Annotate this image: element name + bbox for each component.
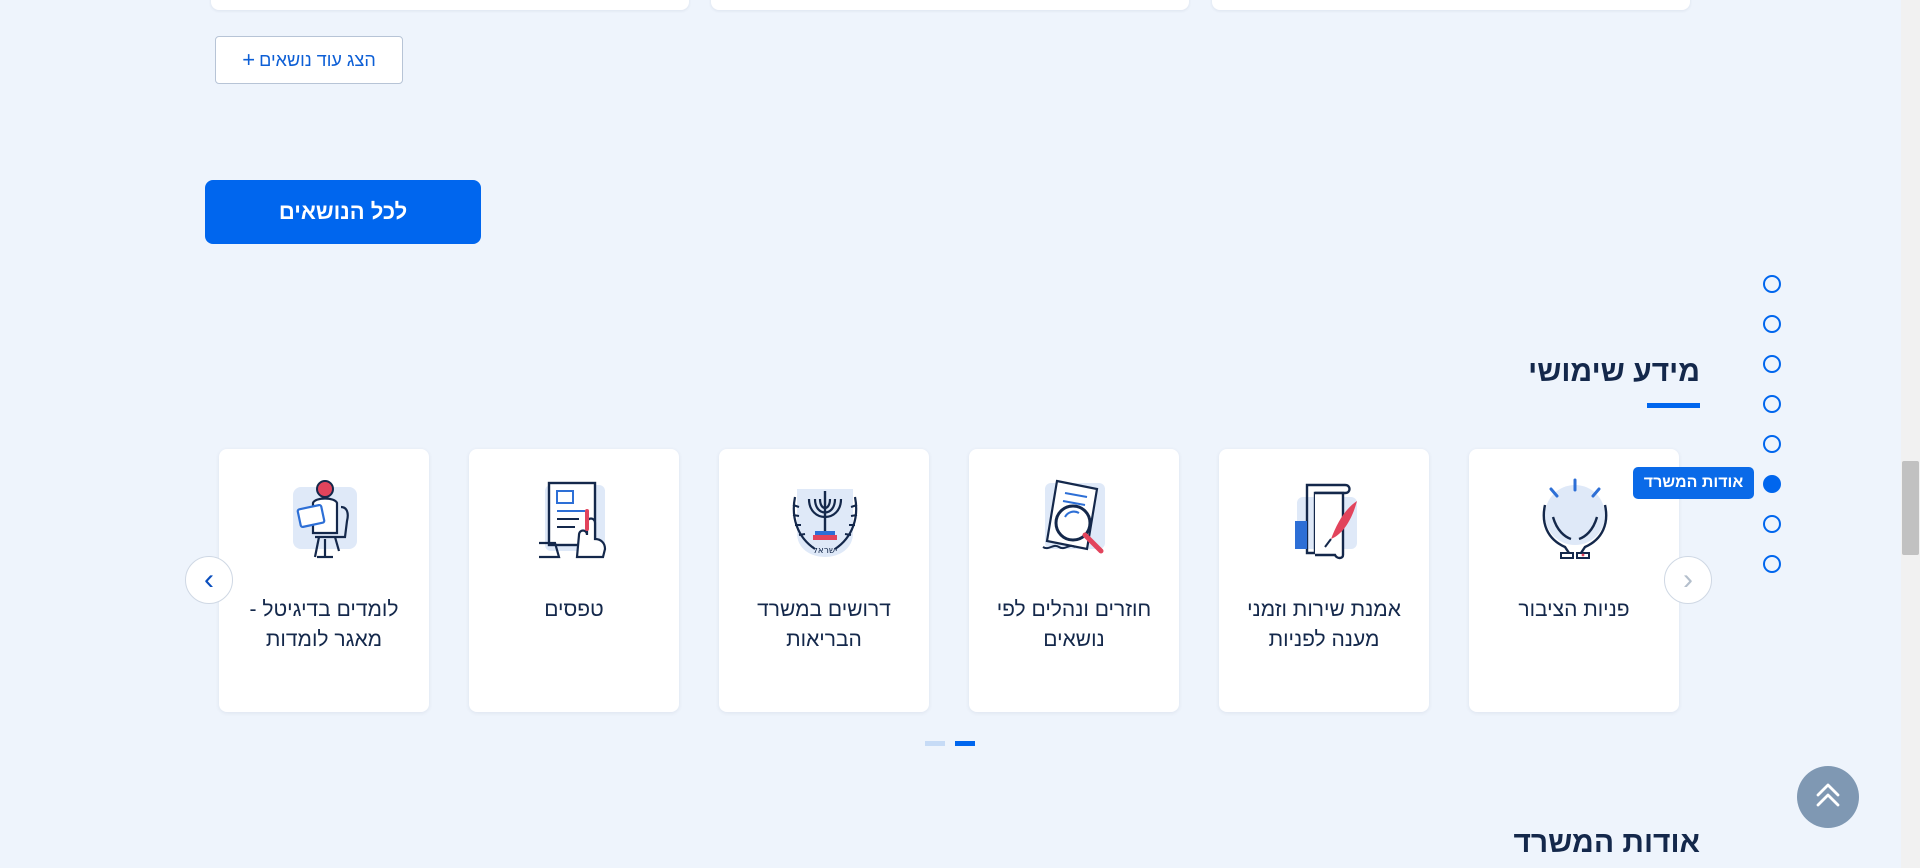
hands-icon [1535,477,1615,561]
side-nav-dot[interactable] [1763,435,1781,453]
card-label: חוזרים ונהלים לפי נושאים [996,598,1152,651]
card-forms[interactable]: טפסים [469,449,679,712]
person-tablet-icon [285,477,365,561]
side-nav-dot[interactable] [1763,355,1781,373]
card-label: פניות הציבור [1518,598,1630,621]
double-chevron-up-icon [1812,779,1844,816]
carousel-page-dot-1[interactable] [925,741,945,746]
show-more-topics-label: הצג עוד נושאים [259,49,376,70]
page: הצג עוד נושאים + לכל הנושאים מידע שימושי… [0,0,1920,868]
topic-card-partial[interactable] [211,0,689,10]
side-nav-tooltip: אודות המשרד [1633,467,1754,499]
title-underline [1647,403,1700,408]
scroll-to-top-button[interactable] [1797,766,1859,828]
useful-info-title: מידע שימושי [1528,355,1700,388]
about-title: אודות המשרד [1513,826,1700,859]
chevron-left-icon: ‹ [1683,563,1693,596]
card-label: לומדים בדיגיטל - מאגר לומדות [249,598,399,651]
side-nav-dot[interactable] [1763,555,1781,573]
topic-card-partial[interactable] [1212,0,1690,10]
card-label: דרושים במשרד הבריאות [757,598,891,651]
side-nav-dot[interactable] [1763,275,1781,293]
card-jobs[interactable]: ישראל דרושים במשרד הבריאות [719,449,929,712]
side-nav-dot[interactable] [1763,515,1781,533]
plus-icon: + [242,47,256,72]
card-label: אמנת שירות וזמני מענה לפניות [1247,598,1401,651]
card-service-charter[interactable]: אמנת שירות וזמני מענה לפניות [1219,449,1429,712]
side-nav-dot[interactable] [1763,315,1781,333]
carousel-page-dot-2[interactable] [955,741,975,746]
all-topics-button[interactable]: לכל הנושאים [205,180,481,244]
form-hand-icon [535,477,615,561]
card-circulars-procedures[interactable]: חוזרים ונהלים לפי נושאים [969,449,1179,712]
emblem-text: ישראל [813,546,838,556]
scroll-feather-icon [1285,477,1365,561]
side-nav-dot[interactable] [1763,395,1781,413]
scrollbar-thumb[interactable] [1902,461,1919,555]
scrollbar-track[interactable] [1901,0,1920,868]
topic-card-partial[interactable] [711,0,1189,10]
chevron-right-icon: › [204,563,214,596]
card-label: טפסים [544,598,604,621]
israel-emblem-icon: ישראל [785,477,865,561]
all-topics-label: לכל הנושאים [278,199,408,224]
side-nav-dot[interactable] [1763,475,1781,493]
carousel-next-button[interactable]: › [185,556,233,604]
show-more-topics-button[interactable]: הצג עוד נושאים + [215,36,403,84]
card-digital-learning[interactable]: לומדים בדיגיטל - מאגר לומדות [219,449,429,712]
carousel-prev-button[interactable]: ‹ [1664,556,1712,604]
magnifier-document-icon [1035,477,1115,561]
